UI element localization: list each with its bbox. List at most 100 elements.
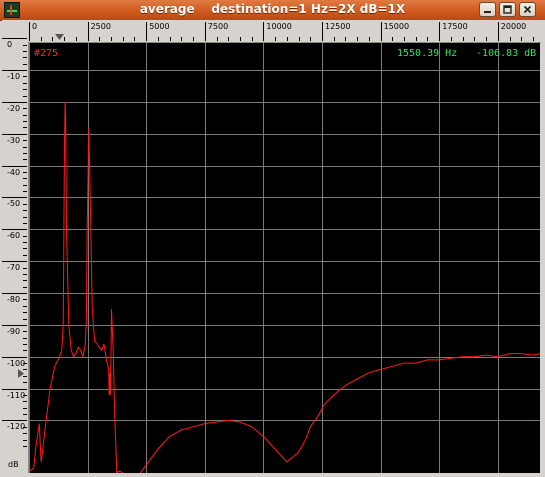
freq-minor-tick [75,37,77,41]
freq-minor-tick [181,37,183,41]
db-marker-icon[interactable] [18,368,24,378]
freq-minor-tick [169,37,171,41]
db-tick-label: -80 [7,295,21,305]
freq-minor-tick [52,37,54,41]
window-border-bottom [0,473,545,477]
db-minor-tick [23,337,27,339]
db-tick-label: -90 [7,326,21,336]
freq-minor-tick [357,37,359,41]
freq-tick-label: 7500 [207,22,229,31]
db-minor-tick [23,140,27,142]
db-minor-tick [23,63,27,65]
db-minor-tick [23,114,27,116]
db-minor-tick [23,82,27,84]
db-tick-line [2,356,27,358]
title-bar[interactable]: average destination=1 Hz=2X dB=1X [0,0,545,21]
db-minor-tick [23,89,27,91]
minimize-icon [484,11,491,13]
maximize-icon [503,5,512,14]
db-tick-line [2,70,27,72]
freq-minor-tick [532,37,534,41]
db-minor-tick [23,433,27,435]
db-unit-label: dB [8,460,19,469]
db-tick-line [2,229,27,231]
db-minor-tick [23,210,27,212]
freq-minor-tick [368,37,370,41]
window-title: average destination=1 Hz=2X dB=1X [139,2,406,16]
freq-tick-line [439,22,441,41]
freq-minor-tick [404,37,406,41]
db-tick-line [2,133,27,135]
freq-tick-line [204,22,206,41]
db-tick-line [2,165,27,167]
db-tick-label: -30 [7,135,21,145]
freq-minor-tick [333,37,335,41]
db-minor-tick [23,318,27,320]
db-minor-tick [23,426,27,428]
db-tick-line [2,293,27,295]
freq-tick-line [146,22,148,41]
db-tick-label: 0 [7,40,13,50]
freq-minor-tick [99,37,101,41]
minimize-button[interactable] [479,2,496,17]
freq-minor-tick [521,37,523,41]
frequency-marker-icon[interactable] [55,34,65,40]
freq-tick-label: 10000 [266,22,292,31]
db-tick-label: -10 [7,72,21,82]
freq-minor-tick [474,37,476,41]
db-minor-tick [23,254,27,256]
freq-minor-tick [193,37,195,41]
db-minor-tick [23,248,27,250]
freq-tick-line [29,22,30,41]
db-minor-tick [23,184,27,186]
db-tick-line [2,101,27,103]
db-minor-tick [23,44,27,46]
freq-tick-line [380,22,382,41]
freq-tick-line [322,22,323,41]
freq-minor-tick [157,37,159,41]
freq-minor-tick [228,37,230,41]
cursor-frequency-readout: 1550.39 Hz [397,48,458,59]
db-minor-tick [23,216,27,218]
db-minor-tick [23,242,27,244]
db-tick-line [2,420,27,422]
db-minor-tick [23,363,27,365]
db-minor-tick [23,439,27,441]
freq-tick-line [497,22,499,41]
freq-tick-label: 0 [32,22,38,31]
freq-minor-tick [122,37,124,41]
maximize-button[interactable] [499,2,516,17]
db-minor-tick [23,382,27,384]
freq-tick-line [87,22,89,41]
db-minor-tick [23,280,27,282]
spectrum-plot[interactable]: #275 1550.39 Hz -106.83 dB [29,43,540,473]
db-minor-tick [23,159,27,161]
freq-minor-tick [134,37,136,41]
freq-minor-tick [216,37,218,41]
freq-tick-line [263,22,265,41]
db-tick-label: -40 [7,167,21,177]
freq-minor-tick [310,37,312,41]
spectrum-trace [29,101,540,473]
db-tick-line [2,197,27,199]
db-minor-tick [23,222,27,224]
db-minor-tick [23,414,27,416]
db-minor-tick [23,95,27,97]
close-button[interactable] [519,2,536,17]
freq-minor-tick [486,37,488,41]
db-ruler[interactable]: 0 -10 -20 -30 -40 -50 -60 -70 -80 -90 -100 -110 -120… [2,38,29,473]
db-minor-tick [23,50,27,52]
db-tick-line [2,38,27,40]
db-minor-tick [23,108,27,110]
db-minor-tick [23,299,27,301]
freq-tick-label: 12500 [325,22,351,31]
freq-minor-tick [462,37,464,41]
db-minor-tick [23,394,27,396]
window-border-right [541,20,545,477]
freq-minor-tick [509,37,511,41]
db-tick-line [2,261,27,263]
db-minor-tick [23,445,27,447]
db-minor-tick [23,76,27,78]
db-tick-line [2,388,27,390]
frequency-ruler[interactable]: 0 2500 5000 7500 10000 12500 15000 17500 20000 [28,20,542,43]
